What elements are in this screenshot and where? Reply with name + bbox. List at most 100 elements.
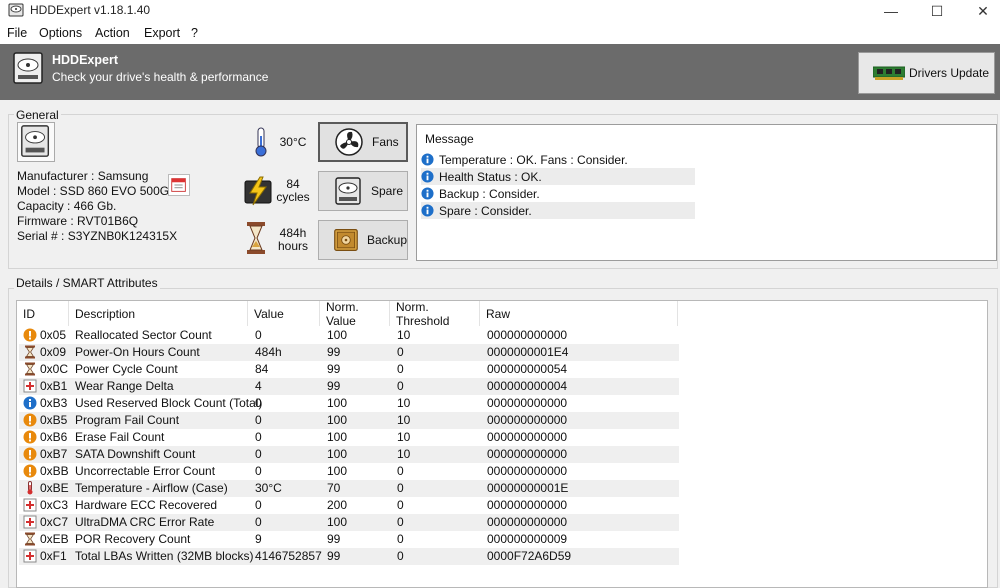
message-item: Health Status : OK. bbox=[421, 168, 695, 185]
medical-icon bbox=[23, 549, 37, 563]
table-row[interactable]: 0xC7 UltraDMA CRC Error Rate 0 100 0 00000000… bbox=[19, 514, 679, 531]
lightning-disk-icon bbox=[244, 176, 272, 206]
cell-description: Power-On Hours Count bbox=[75, 345, 200, 359]
circuit-board-icon bbox=[873, 66, 905, 80]
cell-id: 0xBE bbox=[40, 481, 69, 495]
table-row[interactable]: 0xB5 Program Fail Count 0 100 10 000000000000 bbox=[19, 412, 679, 429]
cell-id: 0xF1 bbox=[40, 549, 67, 563]
cell-description: UltraDMA CRC Error Rate bbox=[75, 515, 215, 529]
menu-action[interactable]: Action bbox=[95, 26, 130, 40]
cell-id: 0x05 bbox=[40, 328, 67, 342]
table-row[interactable]: 0xEB POR Recovery Count 9 99 0 000000000009 bbox=[19, 531, 679, 548]
app-tagline: Check your drive's health & performance bbox=[52, 70, 269, 84]
table-row[interactable]: 0x0C Power Cycle Count 84 99 0 000000000054 bbox=[19, 361, 679, 378]
hourglass-icon bbox=[23, 345, 37, 359]
cell-norm-value: 100 bbox=[327, 413, 348, 427]
table-row[interactable]: 0xB6 Erase Fail Count 0 100 10 000000000000 bbox=[19, 429, 679, 446]
cell-norm-value: 100 bbox=[327, 430, 348, 444]
warning-icon bbox=[23, 413, 37, 427]
cell-description: Erase Fail Count bbox=[75, 430, 165, 444]
cell-norm-threshold: 0 bbox=[397, 345, 404, 359]
warning-icon bbox=[23, 447, 37, 461]
medical-icon bbox=[23, 498, 37, 512]
table-row[interactable]: 0xB1 Wear Range Delta 4 99 0 000000000004 bbox=[19, 378, 679, 395]
maximize-button[interactable]: ☐ bbox=[914, 0, 960, 22]
cell-raw: 000000000000 bbox=[487, 498, 568, 512]
smart-table[interactable]: ID Description Value Norm. Value Norm. T… bbox=[16, 300, 988, 588]
table-row[interactable]: 0x09 Power-On Hours Count 484h 99 0 000000000… bbox=[19, 344, 679, 361]
backup-button[interactable]: Backup bbox=[318, 220, 408, 260]
calendar-icon[interactable] bbox=[168, 174, 190, 196]
cell-norm-value: 99 bbox=[327, 532, 341, 546]
menu-file[interactable]: File bbox=[7, 26, 27, 40]
cell-norm-value: 100 bbox=[327, 328, 348, 342]
column-header-description[interactable]: Description bbox=[69, 301, 248, 326]
message-panel: Message Temperature : OK. Fans : Conside… bbox=[416, 124, 997, 261]
cell-id: 0xB5 bbox=[40, 413, 68, 427]
table-row[interactable]: 0xB3 Used Reserved Block Count (Total) 0 10… bbox=[19, 395, 679, 412]
menu-help[interactable]: ? bbox=[191, 26, 198, 40]
warning-icon bbox=[23, 464, 37, 478]
cell-id: 0xEB bbox=[40, 532, 69, 546]
backup-label: Backup bbox=[366, 233, 407, 247]
cell-id: 0xB6 bbox=[40, 430, 68, 444]
cell-raw: 000000000054 bbox=[487, 362, 568, 376]
serial-text: Serial # : S3YZNB0K124315X bbox=[17, 229, 178, 243]
cell-raw: 00000000001E bbox=[487, 481, 569, 495]
spare-button[interactable]: Spare bbox=[318, 171, 408, 211]
cell-value: 484h bbox=[255, 345, 282, 359]
column-header-id[interactable]: ID bbox=[17, 301, 69, 326]
hourglass-icon bbox=[247, 222, 265, 254]
close-button[interactable]: ✕ bbox=[960, 0, 1000, 22]
cell-value: 0 bbox=[255, 515, 262, 529]
cell-description: Total LBAs Written (32MB blocks) bbox=[75, 549, 254, 563]
table-row[interactable]: 0xF1 Total LBAs Written (32MB blocks) 4146… bbox=[19, 548, 679, 565]
disk-icon bbox=[335, 177, 361, 205]
table-row[interactable]: 0xBE Temperature - Airflow (Case) 30°C 70 0 0… bbox=[19, 480, 679, 497]
cell-id: 0xC7 bbox=[40, 515, 69, 529]
window-title: HDDExpert v1.18.1.40 bbox=[30, 3, 151, 17]
cell-norm-value: 99 bbox=[327, 379, 341, 393]
menu-export[interactable]: Export bbox=[144, 26, 180, 40]
column-header-raw[interactable]: Raw bbox=[480, 301, 678, 326]
cell-id: 0xB7 bbox=[40, 447, 68, 461]
drive-icon bbox=[17, 122, 55, 162]
cell-description: Program Fail Count bbox=[75, 413, 180, 427]
table-row[interactable]: 0xC3 Hardware ECC Recovered 0 200 0 000000000… bbox=[19, 497, 679, 514]
cell-id: 0xB3 bbox=[40, 396, 68, 410]
cell-value: 9 bbox=[255, 532, 262, 546]
cell-description: Uncorrectable Error Count bbox=[75, 464, 216, 478]
thermometer-icon bbox=[23, 481, 37, 495]
cell-value: 0 bbox=[255, 430, 262, 444]
cell-description: Temperature - Airflow (Case) bbox=[75, 481, 228, 495]
cell-norm-value: 99 bbox=[327, 549, 341, 563]
cell-description: POR Recovery Count bbox=[75, 532, 191, 546]
hourglass-icon bbox=[23, 532, 37, 546]
fans-button[interactable]: Fans bbox=[318, 122, 408, 162]
table-row[interactable]: 0xB7 SATA Downshift Count 0 100 10 0000000000… bbox=[19, 446, 679, 463]
app-name: HDDExpert bbox=[52, 53, 118, 67]
cell-value: 0 bbox=[255, 328, 262, 342]
cell-norm-threshold: 0 bbox=[397, 379, 404, 393]
minimize-button[interactable]: — bbox=[868, 0, 914, 22]
cell-norm-threshold: 0 bbox=[397, 481, 404, 495]
table-row[interactable]: 0xBB Uncorrectable Error Count 0 100 0 000000… bbox=[19, 463, 679, 480]
cell-description: Hardware ECC Recovered bbox=[75, 498, 218, 512]
cell-norm-value: 100 bbox=[327, 396, 348, 410]
info-icon bbox=[23, 396, 37, 410]
message-header: Message bbox=[425, 132, 474, 146]
column-header-norm-threshold[interactable]: Norm. Threshold bbox=[390, 300, 480, 328]
drivers-update-button[interactable]: Drivers Update bbox=[858, 52, 995, 94]
safe-icon bbox=[334, 229, 358, 251]
message-item: Temperature : OK. Fans : Consider. bbox=[421, 151, 695, 168]
cell-norm-threshold: 0 bbox=[397, 532, 404, 546]
cell-raw: 000000000000 bbox=[487, 328, 568, 342]
column-header-norm-value[interactable]: Norm. Value bbox=[320, 300, 390, 328]
cell-norm-threshold: 0 bbox=[397, 464, 404, 478]
column-header-value[interactable]: Value bbox=[248, 301, 320, 326]
table-row[interactable]: 0x05 Reallocated Sector Count 0 100 10 000000… bbox=[19, 327, 679, 344]
cell-value: 0 bbox=[255, 498, 262, 512]
info-icon bbox=[421, 187, 434, 200]
app-disk-icon bbox=[8, 3, 24, 17]
menu-options[interactable]: Options bbox=[39, 26, 82, 40]
